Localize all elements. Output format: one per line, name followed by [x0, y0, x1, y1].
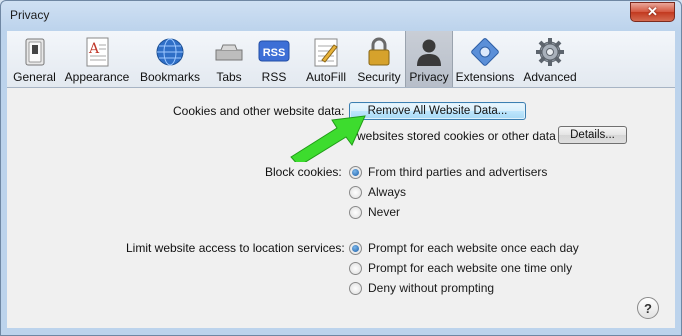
gear-icon — [536, 38, 564, 66]
block-cookies-always-radio[interactable]: Always — [349, 185, 406, 199]
preferences-toolbar: General A Appearance Bookmarks Tabs RSS … — [7, 31, 675, 88]
tab-appearance[interactable]: A Appearance — [63, 31, 131, 87]
tabs-icon — [215, 44, 243, 61]
radio-button[interactable] — [349, 281, 362, 295]
radio-button[interactable] — [349, 241, 362, 255]
globe-icon — [156, 38, 184, 66]
pencil-form-icon — [314, 38, 338, 67]
remove-all-website-data-button[interactable]: Remove All Website Data... — [349, 102, 526, 120]
title-bar[interactable]: Privacy ✕ — [1, 1, 681, 31]
block-cookies-never-radio[interactable]: Never — [349, 205, 400, 219]
stored-data-text: websites stored cookies or other data — [357, 129, 556, 143]
privacy-panel: Cookies and other website data: Remove A… — [7, 88, 675, 328]
radio-button[interactable] — [349, 261, 362, 275]
details-button[interactable]: Details... — [558, 126, 627, 144]
location-deny-radio[interactable]: Deny without prompting — [349, 281, 494, 295]
location-prompt-daily-radio[interactable]: Prompt for each website once each day — [349, 241, 579, 255]
radio-button[interactable] — [349, 205, 362, 219]
tab-tabs[interactable]: Tabs — [209, 31, 249, 87]
help-button[interactable]: ? — [637, 297, 659, 319]
tab-advanced[interactable]: Advanced — [519, 31, 581, 87]
svg-text:A: A — [88, 41, 100, 57]
tab-rss[interactable]: RSS RSS — [254, 31, 294, 87]
person-silhouette-icon — [417, 39, 441, 66]
tab-bookmarks[interactable]: Bookmarks — [133, 31, 207, 87]
tab-security[interactable]: Security — [354, 31, 404, 87]
location-prompt-once-radio[interactable]: Prompt for each website one time only — [349, 261, 572, 275]
tab-extensions[interactable]: Extensions — [454, 31, 516, 87]
tab-autofill[interactable]: AutoFill — [299, 31, 353, 87]
window-title: Privacy — [10, 8, 50, 22]
help-icon: ? — [644, 300, 652, 316]
annotation-arrow — [290, 115, 366, 162]
close-icon: ✕ — [647, 4, 658, 19]
puzzle-gear-icon — [471, 38, 499, 66]
tab-general[interactable]: General — [7, 31, 62, 87]
block-cookies-third-parties-radio[interactable]: From third parties and advertisers — [349, 165, 547, 179]
block-cookies-label: Block cookies: — [265, 165, 342, 179]
preferences-window: Privacy ✕ General A Appearance Bookmarks… — [0, 0, 682, 336]
radio-button[interactable] — [349, 185, 362, 199]
rss-icon: RSS — [258, 40, 290, 62]
location-services-label: Limit website access to location service… — [126, 241, 345, 255]
svg-text:RSS: RSS — [263, 47, 286, 59]
tab-privacy[interactable]: Privacy — [405, 31, 453, 87]
close-button[interactable]: ✕ — [630, 2, 675, 22]
padlock-icon — [368, 37, 390, 66]
radio-button[interactable] — [349, 165, 362, 179]
font-page-icon: A — [86, 37, 109, 67]
switch-icon — [25, 38, 44, 66]
